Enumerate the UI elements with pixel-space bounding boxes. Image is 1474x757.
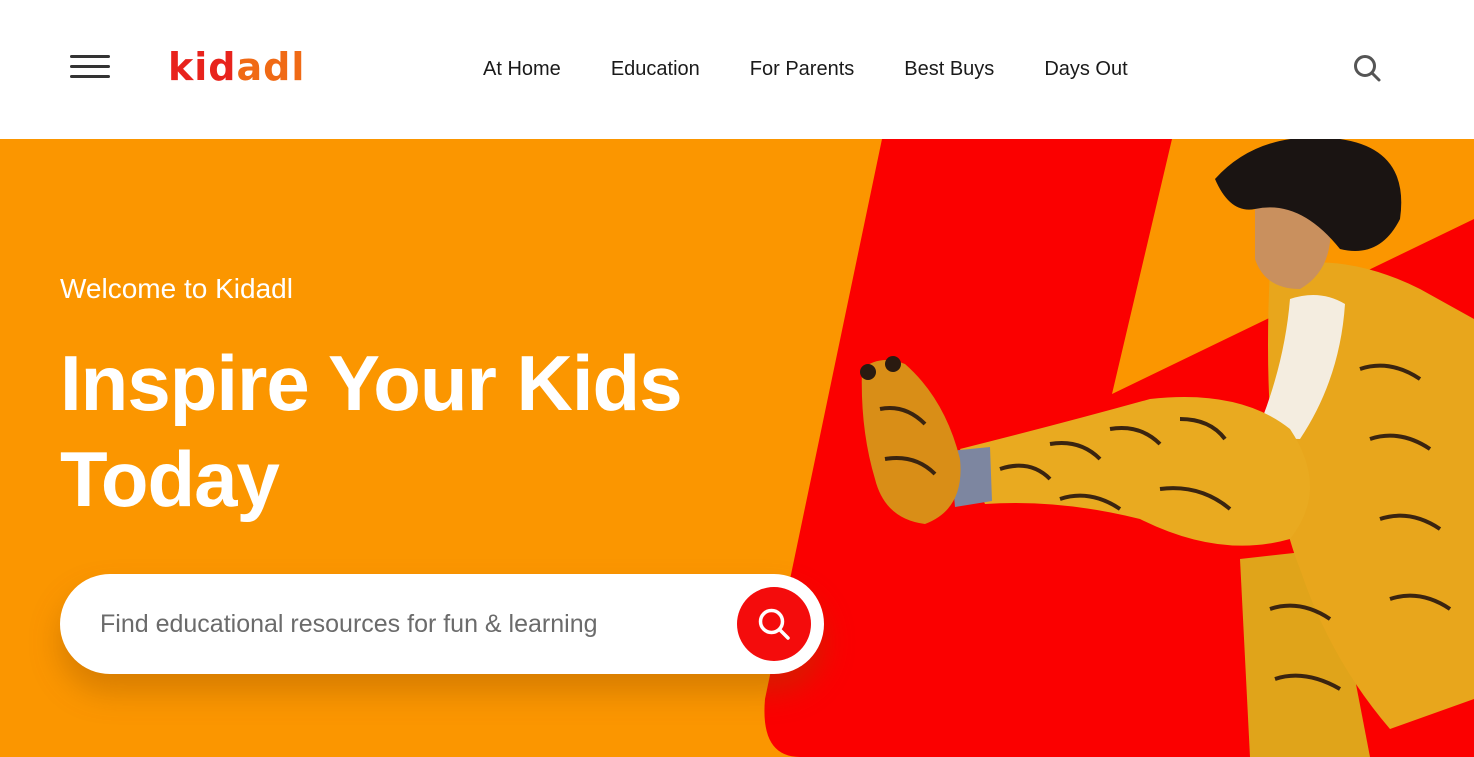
hero-search-button[interactable]	[737, 587, 811, 661]
hero-search-input[interactable]	[98, 604, 718, 644]
nav-item-education[interactable]: Education	[611, 55, 700, 83]
welcome-text: Welcome to Kidadl	[60, 273, 293, 304]
hamburger-menu-icon[interactable]	[70, 55, 110, 81]
site-header: kidadl At Home Education For Parents Bes…	[0, 0, 1474, 139]
nav-item-best-buys[interactable]: Best Buys	[904, 55, 994, 83]
search-icon[interactable]	[1352, 53, 1382, 83]
nav-item-days-out[interactable]: Days Out	[1044, 55, 1127, 83]
logo-text-part2: adl	[236, 45, 306, 89]
nav-item-for-parents[interactable]: For Parents	[750, 55, 854, 83]
hero-search-bar	[60, 574, 824, 674]
logo-text-part1: kid	[168, 45, 237, 89]
hero-headline: Inspire Your Kids Today	[60, 335, 780, 527]
main-nav: At Home Education For Parents Best Buys …	[483, 55, 1128, 83]
hero-banner: Welcome to Kidadl Inspire Your Kids Toda…	[0, 139, 1474, 757]
hero-headline-line1: Inspire Your Kids	[60, 339, 683, 427]
kidadl-logo[interactable]: kidadl	[168, 44, 305, 90]
hero-headline-line2: Today	[60, 435, 280, 523]
nav-item-at-home[interactable]: At Home	[483, 55, 561, 83]
search-icon	[758, 608, 790, 640]
